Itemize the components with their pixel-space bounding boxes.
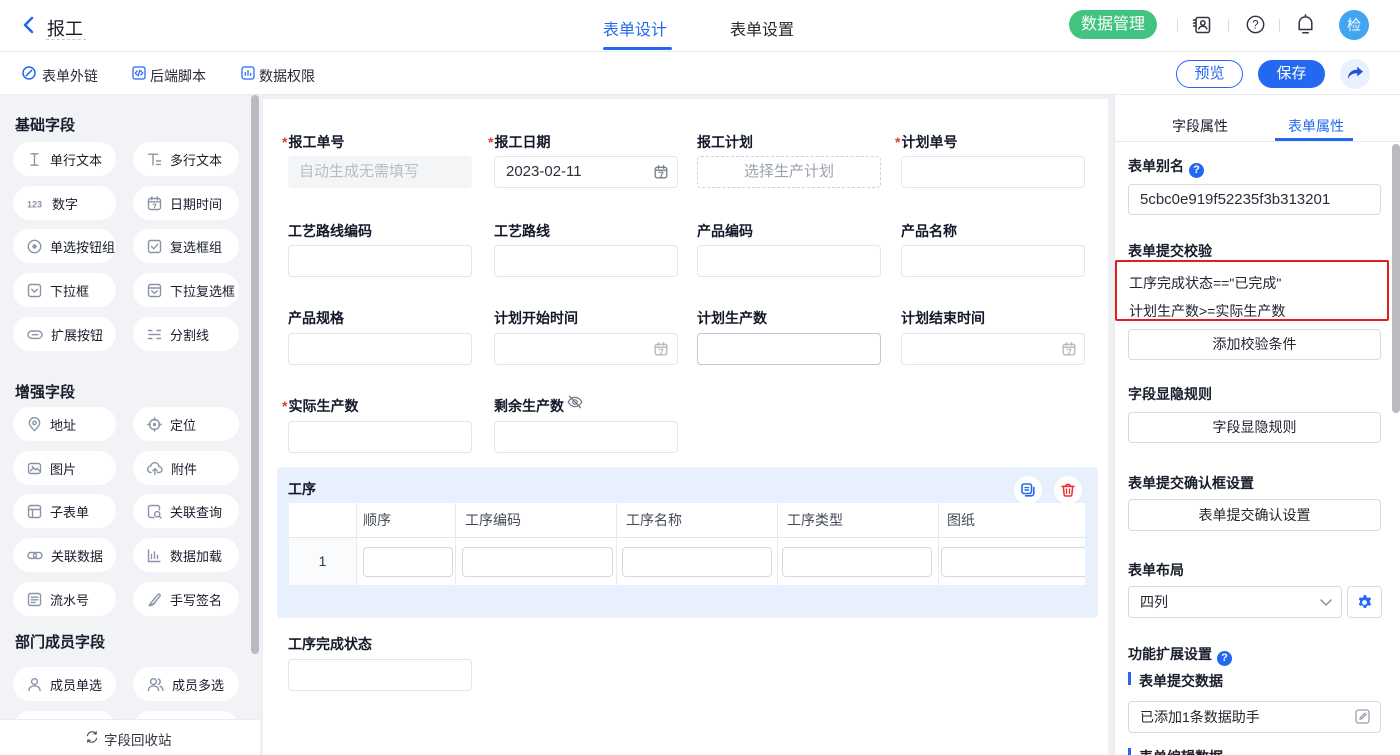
svg-text:?: ? <box>1252 20 1258 32</box>
svg-text:123: 123 <box>27 199 42 209</box>
